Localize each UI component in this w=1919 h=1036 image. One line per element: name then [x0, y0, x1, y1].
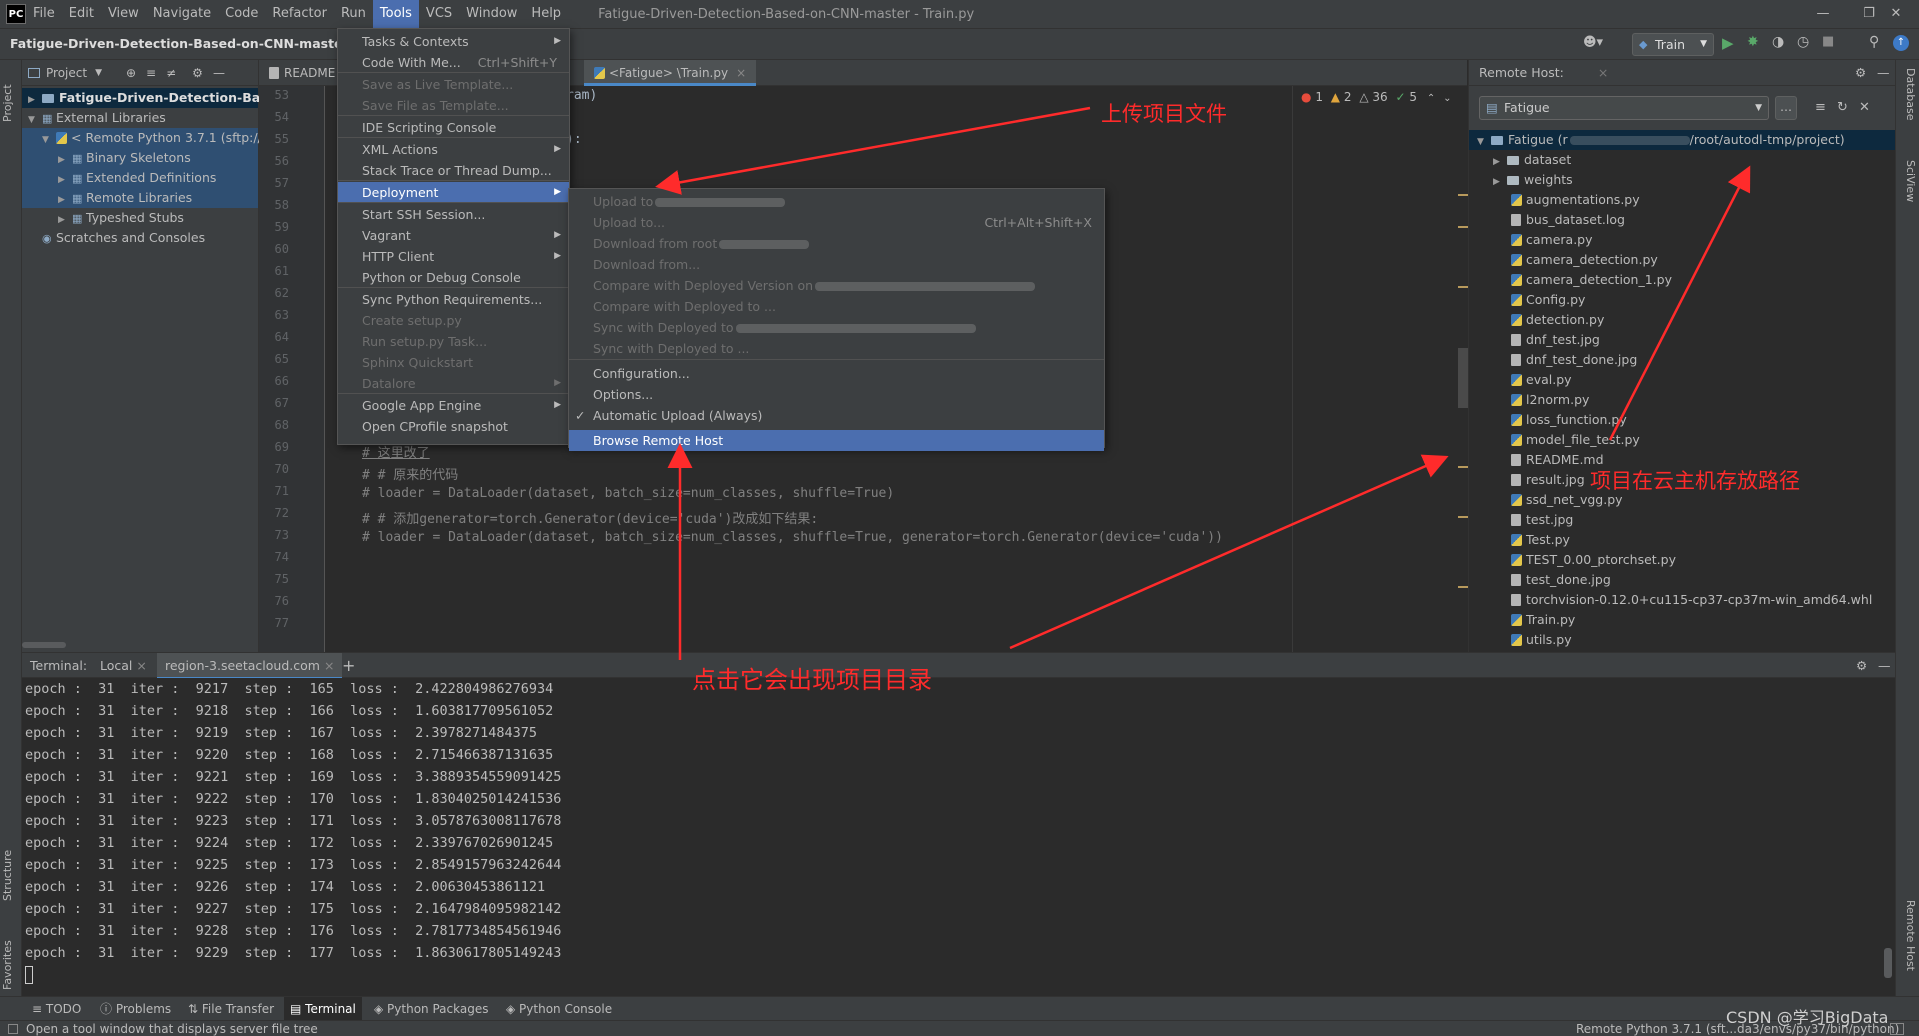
- annotation-click: 点击它会出现项目目录: [692, 666, 932, 694]
- watermark: CSDN @学习BigData: [1726, 1008, 1889, 1027]
- annotation-upload: 上传项目文件: [1101, 102, 1227, 126]
- arrow-to-deployment: [655, 106, 1091, 195]
- arrow-to-remote-panel: [1009, 454, 1449, 650]
- annotation-path: 项目在云主机存放路径: [1590, 469, 1800, 493]
- annotation-arrows: [655, 106, 1751, 660]
- arrow-to-remote-path: [1608, 165, 1751, 441]
